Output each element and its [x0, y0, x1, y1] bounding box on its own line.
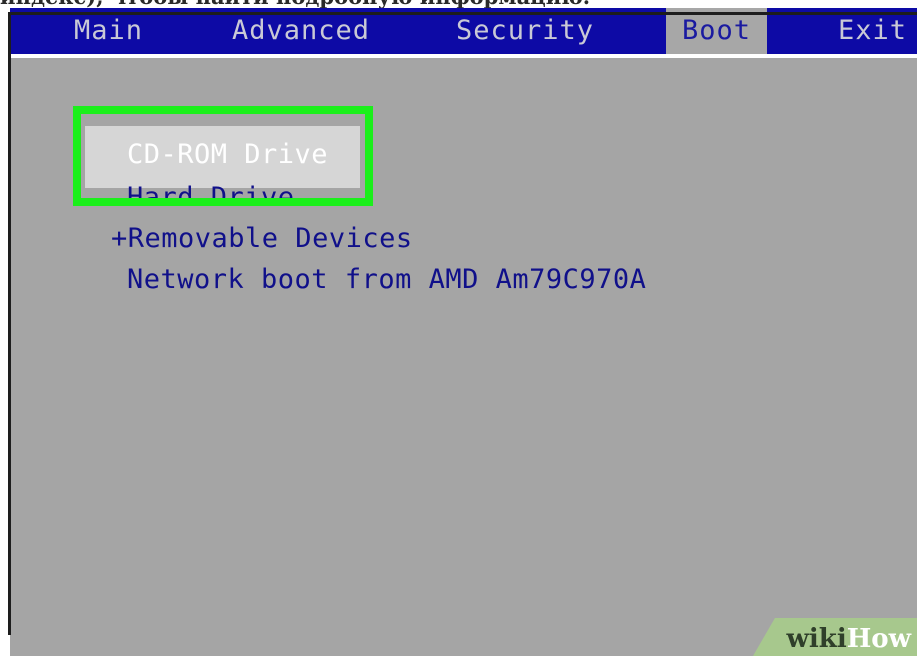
wikihow-logo: wikiHow	[786, 624, 911, 654]
boot-item-removable[interactable]: +Removable Devices	[111, 221, 413, 257]
green-highlight-box	[73, 106, 373, 206]
page-caption: индекс), чтобы найти подробную информаци…	[0, 0, 917, 8]
boot-item-network[interactable]: Network boot from AMD Am79C970A	[127, 262, 646, 298]
